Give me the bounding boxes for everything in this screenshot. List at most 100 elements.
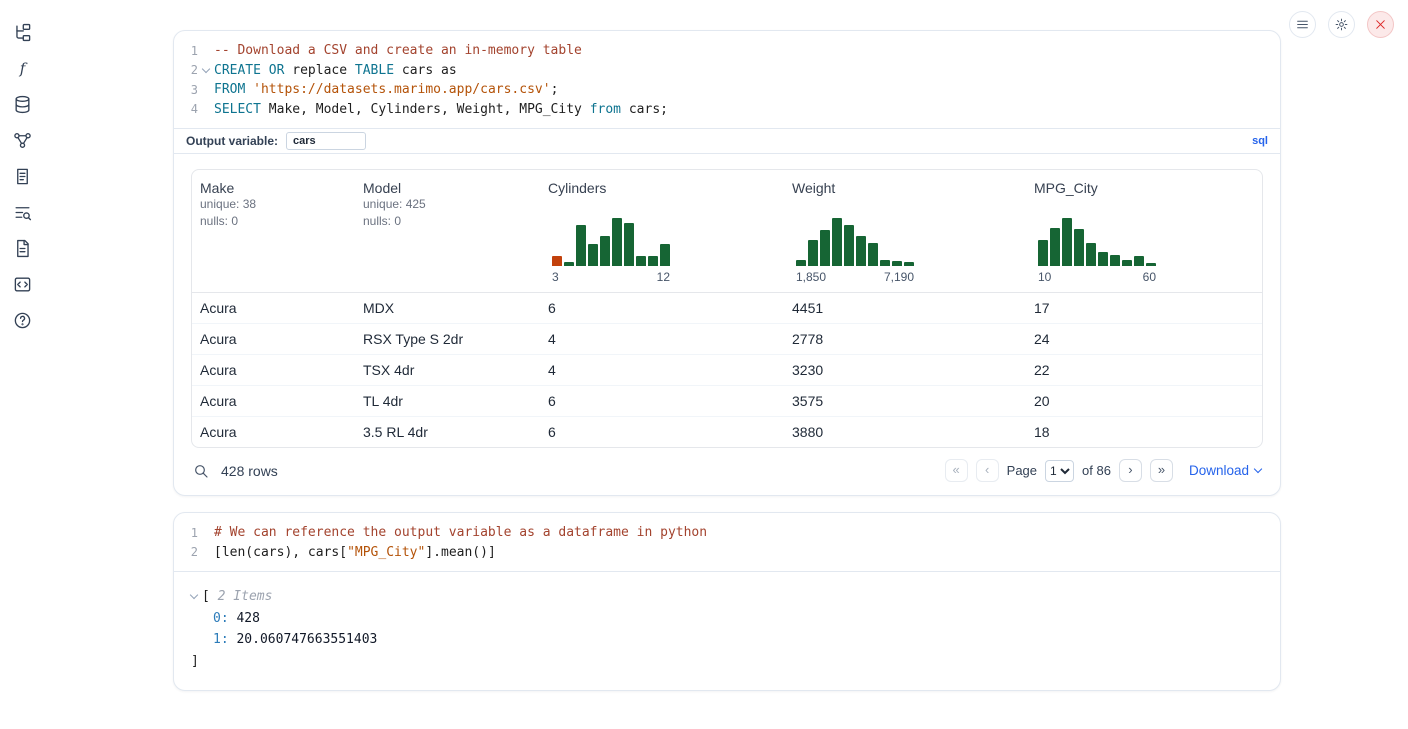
code-token [245, 82, 253, 97]
page-select[interactable]: 1 [1045, 460, 1074, 482]
chevron-down-icon [1254, 465, 1262, 473]
sidebar-item-snippets[interactable] [11, 274, 33, 294]
histogram-bar [564, 262, 574, 266]
histogram-bar [844, 225, 854, 266]
column-header-make[interactable]: Makeunique: 38nulls: 0 [192, 170, 355, 292]
page-label: Page [1007, 463, 1037, 478]
code-token: Make, Model, Cylinders, Weight, MPG_City [261, 102, 590, 117]
download-label: Download [1189, 463, 1249, 478]
row-count: 428 rows [221, 463, 278, 479]
pagination-first-button[interactable]: « [945, 459, 968, 482]
histogram-bar [624, 223, 634, 266]
entry-key: 0: [213, 611, 229, 626]
line-number: 1 [174, 44, 198, 58]
sidebar-item-file-explorer[interactable] [11, 22, 33, 42]
settings-button[interactable] [1328, 11, 1355, 38]
python-code-editor[interactable]: 1# We can reference the output variable … [174, 513, 1280, 571]
collapse-chevron-icon[interactable] [190, 591, 198, 599]
sidebar-item-help[interactable] [11, 310, 33, 330]
histogram-bar [796, 260, 806, 266]
download-button[interactable]: Download [1189, 463, 1261, 478]
tree-root: [ 2 Items [191, 586, 1263, 608]
dependency-graph-icon [13, 131, 32, 150]
histogram-bar [820, 230, 830, 266]
table-cell: 22 [1026, 355, 1262, 385]
code-line[interactable]: 2CREATE OR replace TABLE cars as [174, 61, 1280, 81]
code-text: [len(cars), cars["MPG_City"].mean()] [214, 545, 496, 560]
histogram-bars [796, 216, 914, 266]
help-circle-icon [13, 311, 32, 330]
table-cell: 4 [540, 355, 784, 385]
code-line[interactable]: 4SELECT Make, Model, Cylinders, Weight, … [174, 100, 1280, 120]
sidebar-item-documentation[interactable] [11, 238, 33, 258]
table-body: AcuraMDX6445117AcuraRSX Type S 2dr427782… [192, 293, 1262, 447]
code-text: SELECT Make, Model, Cylinders, Weight, M… [214, 102, 668, 117]
column-histogram[interactable]: 1060 [1038, 216, 1156, 284]
sidebar-item-scratchpad[interactable]: f [11, 58, 33, 78]
sidebar-item-outline[interactable] [11, 202, 33, 222]
column-name: MPG_City [1034, 180, 1254, 196]
histogram-bar [868, 243, 878, 266]
column-histogram[interactable]: 1,8507,190 [796, 216, 914, 284]
pagination-next-button[interactable]: › [1119, 459, 1142, 482]
histogram-bar [808, 240, 818, 266]
code-text: # We can reference the output variable a… [214, 525, 707, 540]
items-count: 2 Items [218, 589, 273, 604]
code-line[interactable]: 2[len(cars), cars["MPG_City"].mean()] [174, 543, 1280, 563]
histogram-bar [552, 256, 562, 266]
sql-code-editor[interactable]: 1-- Download a CSV and create an in-memo… [174, 31, 1280, 128]
table-row[interactable]: AcuraRSX Type S 2dr4277824 [192, 323, 1262, 354]
column-header-weight[interactable]: Weight1,8507,190 [784, 170, 1026, 292]
table-row[interactable]: AcuraTSX 4dr4323022 [192, 354, 1262, 385]
sidebar-item-dependencies[interactable] [11, 130, 33, 150]
code-text: FROM 'https://datasets.marimo.app/cars.c… [214, 82, 558, 97]
axis-max-label: 60 [1143, 270, 1156, 284]
shutdown-button[interactable] [1367, 11, 1394, 38]
table-search-button[interactable] [193, 463, 209, 479]
helper-panel-sidebar: f [0, 0, 44, 729]
fold-chevron-icon[interactable] [202, 65, 210, 73]
output-variable-label: Output variable: [186, 134, 278, 148]
table-cell: 18 [1026, 417, 1262, 447]
entry-value: 20.060747663551403 [229, 632, 378, 647]
document-icon [13, 239, 32, 258]
histogram-bar [1122, 260, 1132, 266]
code-token: # We can reference the output variable a… [214, 525, 707, 540]
code-token: ].mean()] [425, 545, 495, 560]
table-row[interactable]: Acura3.5 RL 4dr6388018 [192, 416, 1262, 447]
histogram-bar [588, 244, 598, 266]
axis-min-label: 1,850 [796, 270, 826, 284]
column-header-mpg_city[interactable]: MPG_City 1060 [1026, 170, 1262, 292]
list-search-icon [13, 203, 32, 222]
table-row[interactable]: AcuraMDX6445117 [192, 293, 1262, 323]
tree-entry: 1: 20.060747663551403 [191, 629, 1263, 651]
table-cell: 3880 [784, 417, 1026, 447]
column-stat: unique: 425 [363, 196, 532, 213]
line-number: 3 [174, 83, 198, 97]
code-line[interactable]: 3 FROM 'https://datasets.marimo.app/cars.… [174, 80, 1280, 100]
histogram-bar [600, 236, 610, 266]
pagination-prev-button[interactable]: ‹ [976, 459, 999, 482]
code-token: ; [551, 82, 559, 97]
database-icon [13, 95, 32, 114]
tree-entry: 0: 428 [191, 608, 1263, 630]
code-line[interactable]: 1-- Download a CSV and create an in-memo… [174, 41, 1280, 61]
code-token: OR [269, 63, 285, 78]
sidebar-item-data-sources[interactable] [11, 94, 33, 114]
code-token: "MPG_City" [347, 545, 425, 560]
code-line[interactable]: 1# We can reference the output variable … [174, 523, 1280, 543]
column-stat: unique: 38 [200, 196, 347, 213]
axis-max-label: 12 [657, 270, 670, 284]
column-header-cylinders[interactable]: Cylinders312 [540, 170, 784, 292]
sql-cell-output: Makeunique: 38nulls: 0Modelunique: 425nu… [174, 153, 1280, 495]
table-row[interactable]: AcuraTL 4dr6357520 [192, 385, 1262, 416]
svg-text:f: f [18, 59, 27, 77]
output-variable-input[interactable] [286, 132, 366, 150]
code-token: replace [284, 63, 354, 78]
column-histogram[interactable]: 312 [552, 216, 670, 284]
notebook-actions [1289, 11, 1394, 38]
pagination-last-button[interactable]: » [1150, 459, 1173, 482]
sidebar-item-logs[interactable] [11, 166, 33, 186]
column-header-model[interactable]: Modelunique: 425nulls: 0 [355, 170, 540, 292]
menu-button[interactable] [1289, 11, 1316, 38]
